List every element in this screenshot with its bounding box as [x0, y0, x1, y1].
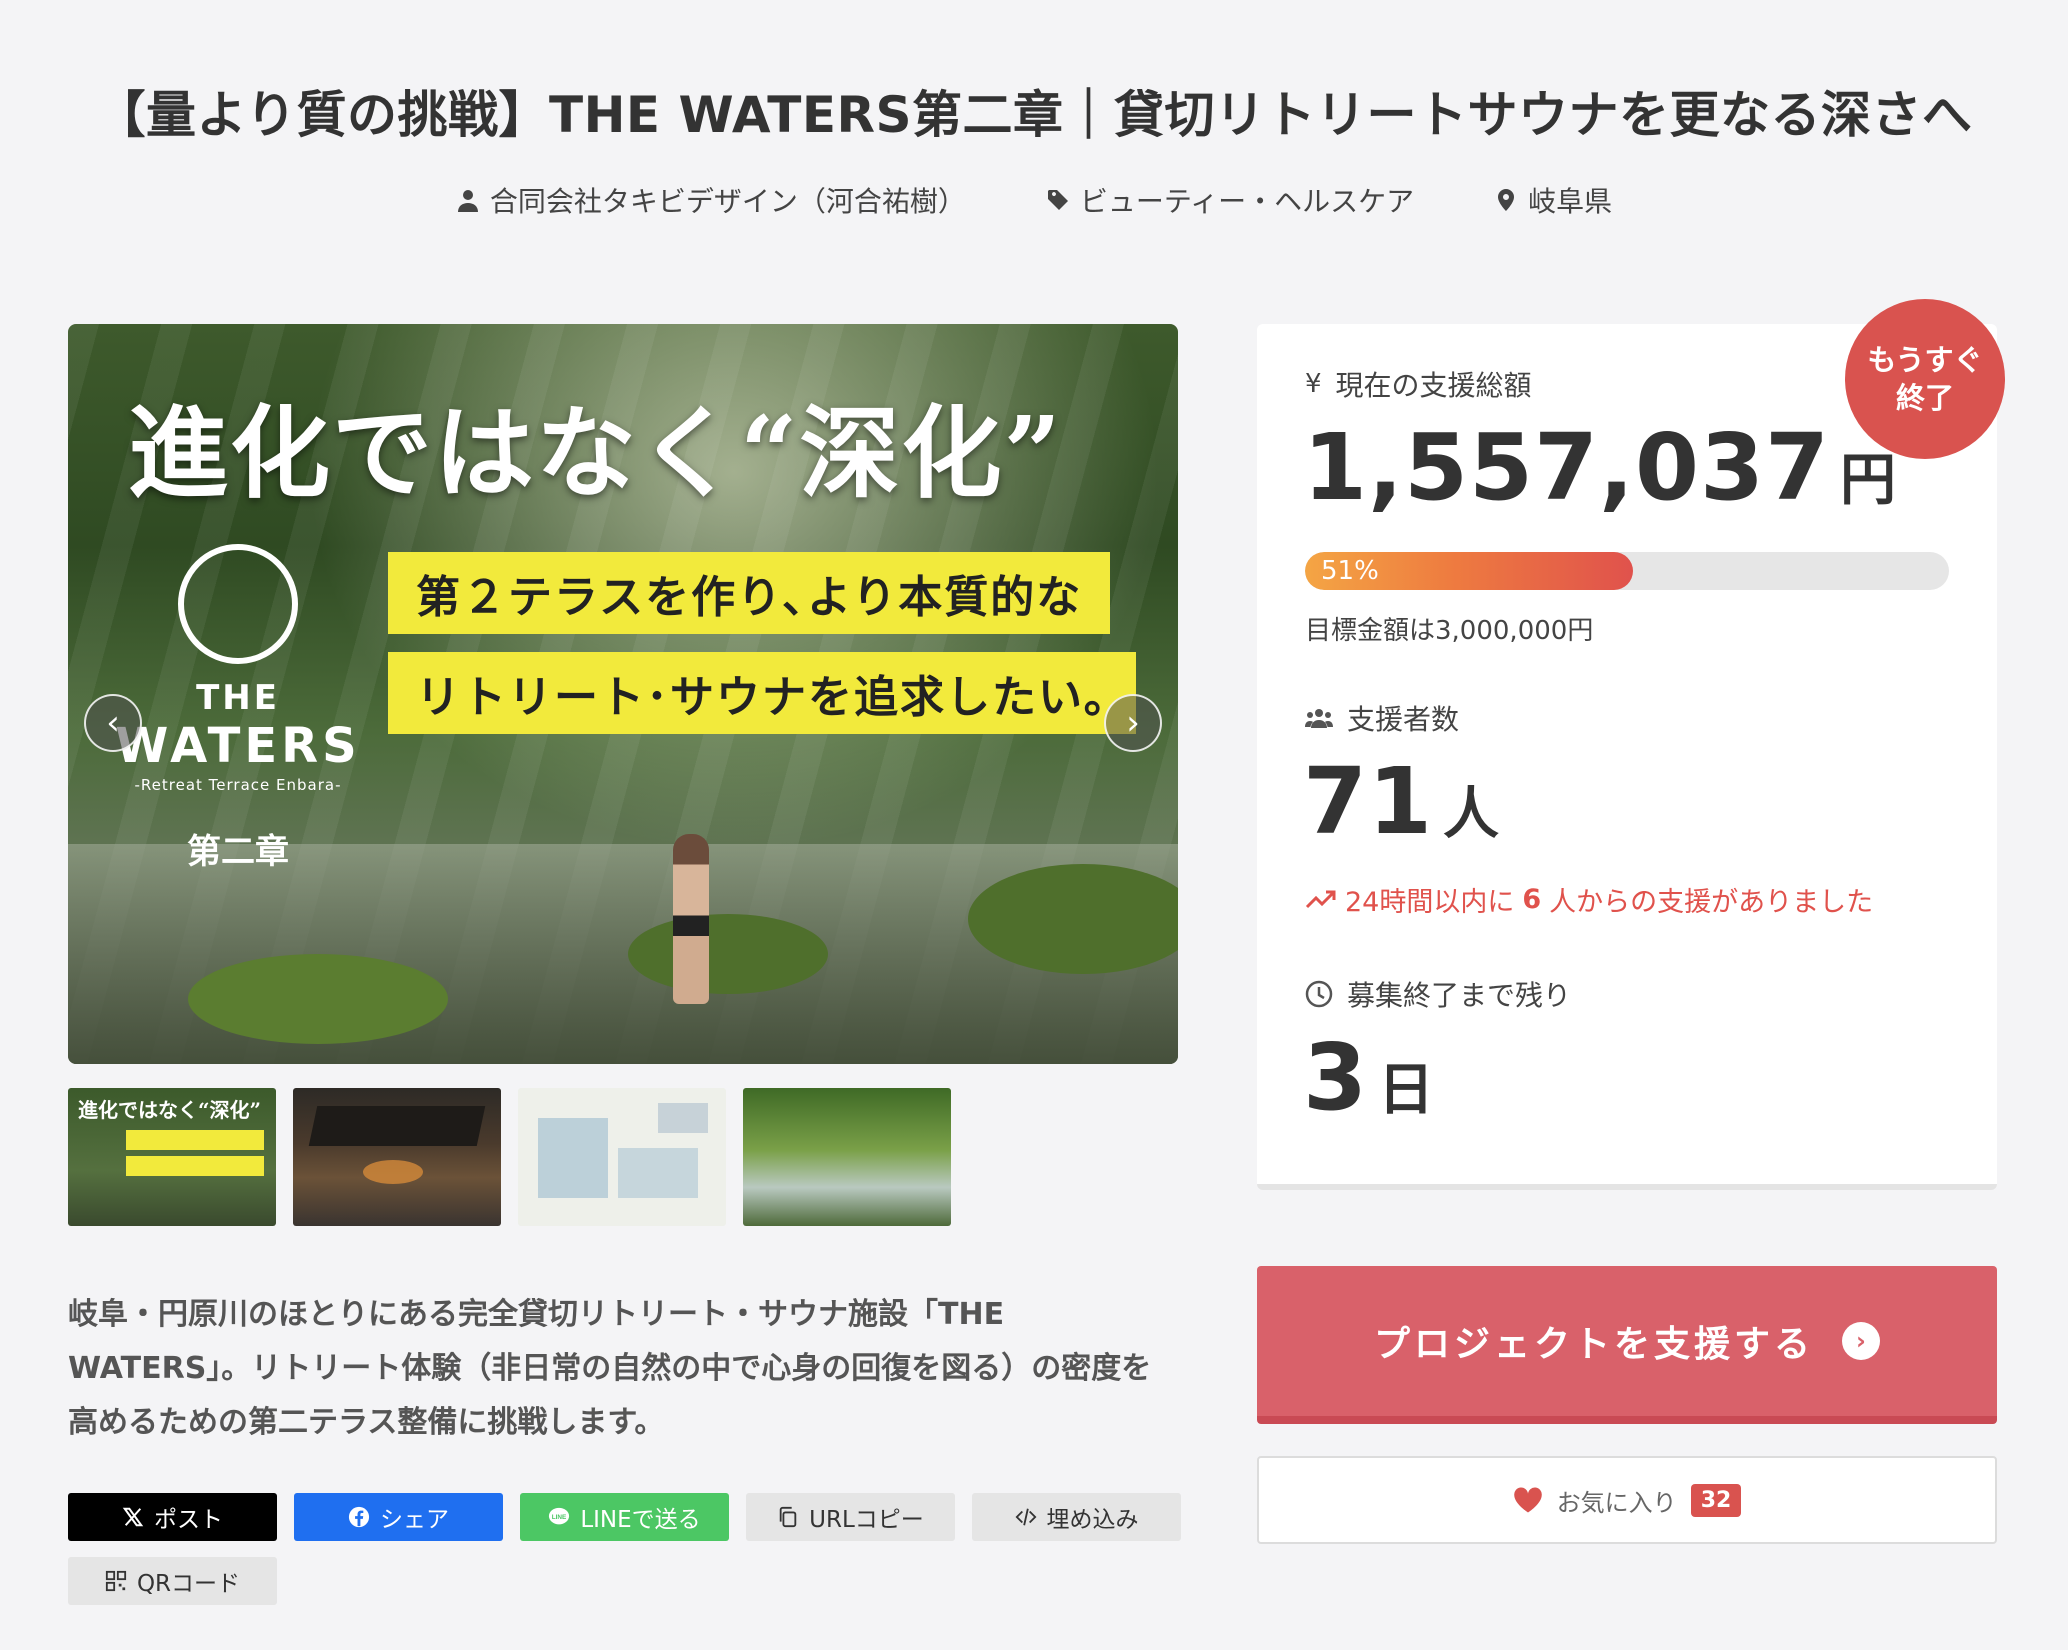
- recent-prefix: 24時間以内に: [1345, 887, 1515, 918]
- users-icon: [1305, 709, 1333, 728]
- logo-subtitle: -Retreat Terrace Enbara-: [134, 776, 342, 794]
- trending-up-icon: [1305, 890, 1336, 908]
- backers-value: 71 人: [1303, 748, 1499, 855]
- copy-url-button[interactable]: URLコピー: [746, 1493, 955, 1541]
- favorite-button[interactable]: お気に入り 32: [1257, 1456, 1997, 1544]
- chevron-left-icon: ‹: [106, 703, 120, 743]
- map-pin-icon: [1498, 189, 1515, 211]
- amount-label-row: ¥ 現在の支援総額: [1305, 364, 1532, 404]
- ending-soon-badge: もうすぐ 終了: [1845, 299, 2005, 459]
- favorite-label: お気に入り: [1556, 1488, 1677, 1517]
- backers-label-row: 支援者数: [1305, 698, 1459, 738]
- hero-headline: 進化ではなく“深化”: [128, 394, 1064, 512]
- tag-icon: [1047, 190, 1068, 210]
- map-block: [658, 1103, 708, 1133]
- share-facebook-label: シェア: [380, 1507, 449, 1533]
- hero-band-2: リトリート･サウナを追求したい｡: [388, 652, 1136, 734]
- mossy-rock: [188, 954, 448, 1044]
- the-waters-logo: THE WATERS -Retreat Terrace Enbara- 第二章: [108, 544, 368, 873]
- yen-icon: ¥: [1305, 369, 1322, 399]
- amount-number: 1,557,037: [1303, 414, 1830, 521]
- project-meta: 合同会社タキビデザイン（河合祐樹） ビューティー・ヘルスケア 岐阜県: [0, 180, 2068, 220]
- backers-unit: 人: [1443, 782, 1500, 847]
- wreath-icon: [178, 544, 298, 664]
- qr-code-label: QRコード: [136, 1571, 241, 1597]
- embed-button[interactable]: 埋め込み: [972, 1493, 1181, 1541]
- embed-label: 埋め込み: [1046, 1507, 1139, 1533]
- remaining-value: 3 日: [1303, 1024, 1434, 1131]
- hero-band-1: 第２テラスを作り､より本質的な: [388, 552, 1111, 634]
- support-project-button[interactable]: プロジェクトを支援する ›: [1257, 1266, 1997, 1424]
- user-icon: [457, 190, 478, 212]
- cabin-roof: [308, 1106, 486, 1146]
- chevron-right-icon: ›: [1126, 703, 1140, 743]
- chevron-right-icon: ›: [1842, 1322, 1880, 1360]
- project-description: 岐阜・円原川のほとりにある完全貸切リトリート・サウナ施設「THE WATERS」…: [68, 1297, 1152, 1440]
- category-name: ビューティー・ヘルスケア: [1079, 185, 1415, 218]
- share-line-button[interactable]: LINE LINEで送る: [520, 1493, 729, 1541]
- backers-label: 支援者数: [1347, 703, 1460, 736]
- amount-value: 1,557,037 円: [1303, 414, 1896, 521]
- heart-icon: [1513, 1487, 1542, 1513]
- support-project-label: プロジェクトを支援する: [1373, 1324, 1814, 1365]
- category-link[interactable]: ビューティー・ヘルスケア: [1046, 180, 1414, 220]
- fire-glow: [363, 1160, 423, 1184]
- progress-fill: 51%: [1305, 552, 1634, 590]
- hero-image[interactable]: 進化ではなく“深化” 第２テラスを作り､より本質的な リトリート･サウナを追求し…: [68, 324, 1178, 1064]
- project-title: 【量より質の挑戦】THE WATERS第二章｜貸切リトリートサウナを更なる深さへ: [95, 86, 1973, 144]
- mossy-rock: [628, 914, 828, 994]
- remaining-label-row: 募集終了まで残り: [1305, 974, 1571, 1014]
- goal-amount: 目標金額は3,000,000円: [1305, 616, 1594, 646]
- x-logo-icon: [122, 1507, 144, 1527]
- thumbnail-2[interactable]: [293, 1088, 501, 1226]
- svg-text:LINE: LINE: [552, 1514, 567, 1521]
- thumbnail-3[interactable]: [518, 1088, 726, 1226]
- thumbnail-1[interactable]: 進化ではなく“深化”: [68, 1088, 276, 1226]
- logo-waters: WATERS: [115, 718, 361, 774]
- badge-line-1: もうすぐ: [1867, 343, 1983, 377]
- remaining-number: 3: [1303, 1024, 1369, 1131]
- thumbnail-band: [126, 1156, 264, 1176]
- thumbnail-band: [126, 1130, 264, 1150]
- person-figure: [673, 834, 709, 1004]
- location-link[interactable]: 岐阜県: [1494, 180, 1612, 220]
- recent-count: 6: [1522, 884, 1542, 915]
- stats-card: ¥ 現在の支援総額 1,557,037 円 51% 目標金額は3,000,000…: [1257, 324, 1997, 1190]
- badge-line-2: 終了: [1895, 381, 1954, 415]
- thumbnail-1-text: 進化ではなく“深化”: [78, 1098, 262, 1122]
- line-icon: LINE: [549, 1507, 570, 1525]
- copy-url-label: URLコピー: [809, 1507, 924, 1533]
- thumbnail-strip: 進化ではなく“深化”: [68, 1088, 951, 1226]
- share-x-button[interactable]: ポスト: [68, 1493, 277, 1541]
- recent-suffix: 人からの支援がありました: [1549, 887, 1874, 918]
- map-block: [538, 1118, 608, 1198]
- share-line-label: LINEで送る: [580, 1507, 701, 1533]
- location-name: 岐阜県: [1528, 185, 1613, 218]
- favorite-count: 32: [1690, 1483, 1742, 1517]
- remaining-unit: 日: [1378, 1058, 1435, 1123]
- carousel-prev-button[interactable]: ‹: [84, 694, 142, 752]
- funding-progress-bar: 51%: [1305, 552, 1949, 590]
- qr-code-icon: [105, 1570, 127, 1592]
- logo-the: THE: [196, 678, 280, 718]
- share-facebook-button[interactable]: シェア: [294, 1493, 503, 1541]
- owner-link[interactable]: 合同会社タキビデザイン（河合祐樹）: [456, 180, 966, 220]
- map-block: [618, 1148, 698, 1198]
- thumbnail-4[interactable]: [743, 1088, 951, 1226]
- clock-icon: [1305, 980, 1333, 1008]
- amount-label: 現在の支援総額: [1335, 369, 1532, 402]
- owner-name: 合同会社タキビデザイン（河合祐樹）: [489, 185, 966, 218]
- share-x-label: ポスト: [154, 1507, 223, 1533]
- remaining-label: 募集終了まで残り: [1347, 979, 1572, 1012]
- facebook-icon: [348, 1506, 370, 1528]
- backers-number: 71: [1303, 748, 1434, 855]
- logo-chapter: 第二章: [187, 832, 289, 872]
- code-icon: [1015, 1508, 1036, 1526]
- qr-code-button[interactable]: QRコード: [68, 1557, 277, 1605]
- carousel-next-button[interactable]: ›: [1104, 694, 1162, 752]
- recent-support-notice: 24時間以内に 6 人からの支援がありました: [1305, 880, 1873, 919]
- copy-icon: [779, 1506, 797, 1528]
- share-buttons: ポスト シェア LINE LINEで送る URLコピー 埋め込み QRコード: [68, 1493, 1188, 1605]
